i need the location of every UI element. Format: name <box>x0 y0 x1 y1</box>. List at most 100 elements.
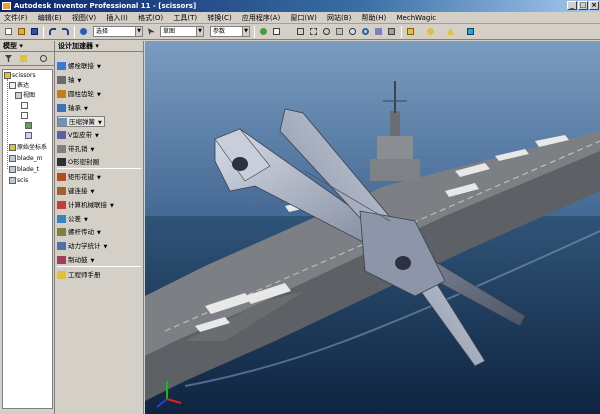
menu-format[interactable]: 格式(O) <box>134 12 167 23</box>
panel-tool-8[interactable]: 矩形花键 ▼ <box>57 172 101 183</box>
panel-tool-12[interactable]: 螺杆传动 ▼ <box>57 227 101 238</box>
zoom-window-icon[interactable] <box>308 26 319 37</box>
menu-help[interactable]: 帮助(H) <box>358 12 391 23</box>
chevron-down-icon[interactable]: ▼ <box>97 92 101 98</box>
minimize-button[interactable]: _ <box>567 1 577 10</box>
panel-tool-1[interactable]: 轴 ▼ <box>57 75 81 86</box>
tree-item-blade-t[interactable]: blade_t <box>9 165 39 174</box>
rotate-icon[interactable] <box>360 26 371 37</box>
tool-label: 动力学统计 <box>68 242 101 250</box>
menu-insert[interactable]: 插入(I) <box>102 12 132 23</box>
zoom-selected-icon[interactable] <box>347 26 358 37</box>
color-swatch-icon[interactable] <box>465 26 476 37</box>
panel-header: 设计加速器 ▾ <box>55 41 143 52</box>
new-file-icon[interactable] <box>3 26 14 37</box>
browser-title[interactable]: 模型 ▾ <box>0 41 54 52</box>
panel-tool-10[interactable]: 计算机械联接 ▼ <box>57 200 114 211</box>
tree-item-view-d[interactable] <box>25 131 33 140</box>
zoom-icon[interactable] <box>321 26 332 37</box>
chevron-down-icon[interactable]: ▼ <box>84 106 88 112</box>
panel-separator <box>57 266 141 267</box>
panel-tool-11[interactable]: 公差 ▼ <box>57 214 88 225</box>
menu-edit[interactable]: 编辑(E) <box>34 12 66 23</box>
tool-label: 轴承 <box>68 104 81 112</box>
panel-tool-6[interactable]: 带孔销 ▼ <box>57 144 94 155</box>
style-combo[interactable]: 参数 ▼ <box>210 26 250 37</box>
menu-mechwagic[interactable]: MechWagic <box>393 12 441 23</box>
menu-view[interactable]: 视图(V) <box>68 12 100 23</box>
camera-icon[interactable] <box>445 26 456 37</box>
menu-tools[interactable]: 工具(T) <box>169 12 201 23</box>
menu-file[interactable]: 文件(F) <box>0 12 32 23</box>
shaded-display-icon[interactable] <box>405 26 416 37</box>
panel-tool-2[interactable]: 圆柱齿轮 ▼ <box>57 89 101 100</box>
tool-label: 制动鼓 <box>68 256 88 264</box>
tree-item-blade-m[interactable]: blade_m <box>9 154 43 163</box>
open-folder-icon[interactable] <box>16 26 27 37</box>
graphics-viewport[interactable] <box>145 41 600 414</box>
panel-tool-7[interactable]: O形密封圈 <box>57 157 99 168</box>
undo-icon[interactable] <box>47 26 58 37</box>
tree-item-views[interactable]: 视图 <box>15 91 35 100</box>
chevron-down-icon: ▼ <box>196 27 203 36</box>
scene-canvas[interactable] <box>145 41 600 414</box>
tool-icon <box>57 90 66 98</box>
measure-icon[interactable] <box>271 26 282 37</box>
view-cube-icon[interactable] <box>386 26 397 37</box>
panel-tool-13[interactable]: 动力学统计 ▼ <box>57 241 107 252</box>
filter-icon[interactable] <box>3 53 14 64</box>
panel-tool-3[interactable]: 轴承 ▼ <box>57 103 88 114</box>
redo-icon[interactable] <box>60 26 71 37</box>
close-button[interactable]: × <box>589 1 599 10</box>
panel-tool-14[interactable]: 制动鼓 ▼ <box>57 255 94 266</box>
select-combo[interactable]: 选择 ▼ <box>93 26 143 37</box>
panel-tool-0[interactable]: 螺栓联接 ▼ <box>57 61 101 72</box>
tree-item-view-c[interactable] <box>25 121 33 130</box>
island-base <box>370 159 420 181</box>
chevron-down-icon[interactable]: ▼ <box>110 203 114 209</box>
panel-tool-4[interactable]: 压缩弹簧 ▼ <box>57 116 105 127</box>
chevron-down-icon[interactable]: ▼ <box>84 217 88 223</box>
chevron-down-icon[interactable]: ▼ <box>91 189 95 195</box>
menu-window[interactable]: 窗口(W) <box>286 12 320 23</box>
chevron-down-icon[interactable]: ▼ <box>98 120 102 126</box>
find-icon[interactable] <box>38 53 49 64</box>
maximize-button[interactable]: □ <box>578 1 588 10</box>
return-icon[interactable] <box>78 26 89 37</box>
tree-item-scis[interactable]: scis <box>9 176 28 185</box>
browser-toolbar <box>0 52 54 66</box>
tree-item-origin[interactable]: 原始坐标系 <box>9 143 47 152</box>
menu-applications[interactable]: 应用程序(A) <box>238 12 284 23</box>
chevron-down-icon[interactable]: ▼ <box>91 147 95 153</box>
chevron-down-icon[interactable]: ▼ <box>91 258 95 264</box>
chevron-down-icon[interactable]: ▼ <box>97 175 101 181</box>
menu-web[interactable]: 网站(B) <box>323 12 355 23</box>
chevron-down-icon[interactable]: ▼ <box>97 230 101 236</box>
tree-item-view-b[interactable] <box>21 111 29 120</box>
panel-tool-15[interactable]: 工程师手册 <box>57 270 101 281</box>
tool-icon <box>57 187 66 195</box>
browser-options-icon[interactable] <box>18 53 29 64</box>
tree-item-representations[interactable]: 表达 <box>9 81 29 90</box>
chevron-down-icon[interactable]: ▼ <box>104 244 108 250</box>
update-icon[interactable] <box>258 26 269 37</box>
select-arrow-icon[interactable] <box>146 26 157 37</box>
look-at-icon[interactable] <box>373 26 384 37</box>
tree-item-root[interactable]: scissors <box>4 71 36 80</box>
sketch-combo[interactable]: 草图 ▼ <box>160 26 204 37</box>
pan-icon[interactable] <box>334 26 345 37</box>
chevron-down-icon[interactable]: ▼ <box>95 133 99 139</box>
panel-separator <box>57 168 141 169</box>
tool-label: 计算机械联接 <box>68 201 107 209</box>
shadow-icon[interactable] <box>425 26 436 37</box>
chevron-down-icon[interactable]: ▼ <box>97 64 101 70</box>
chevron-down-icon[interactable]: ▼ <box>78 78 82 84</box>
tree-item-label: scis <box>17 177 29 184</box>
panel-tool-9[interactable]: 键连接 ▼ <box>57 186 94 197</box>
panel-tool-5[interactable]: V型皮带 ▼ <box>57 130 99 141</box>
tree-item-view-a[interactable] <box>21 101 29 110</box>
save-icon[interactable] <box>29 26 40 37</box>
panel-title[interactable]: 设计加速器 ▾ <box>58 42 99 50</box>
menu-convert[interactable]: 转换(C) <box>203 12 235 23</box>
zoom-all-icon[interactable] <box>295 26 306 37</box>
